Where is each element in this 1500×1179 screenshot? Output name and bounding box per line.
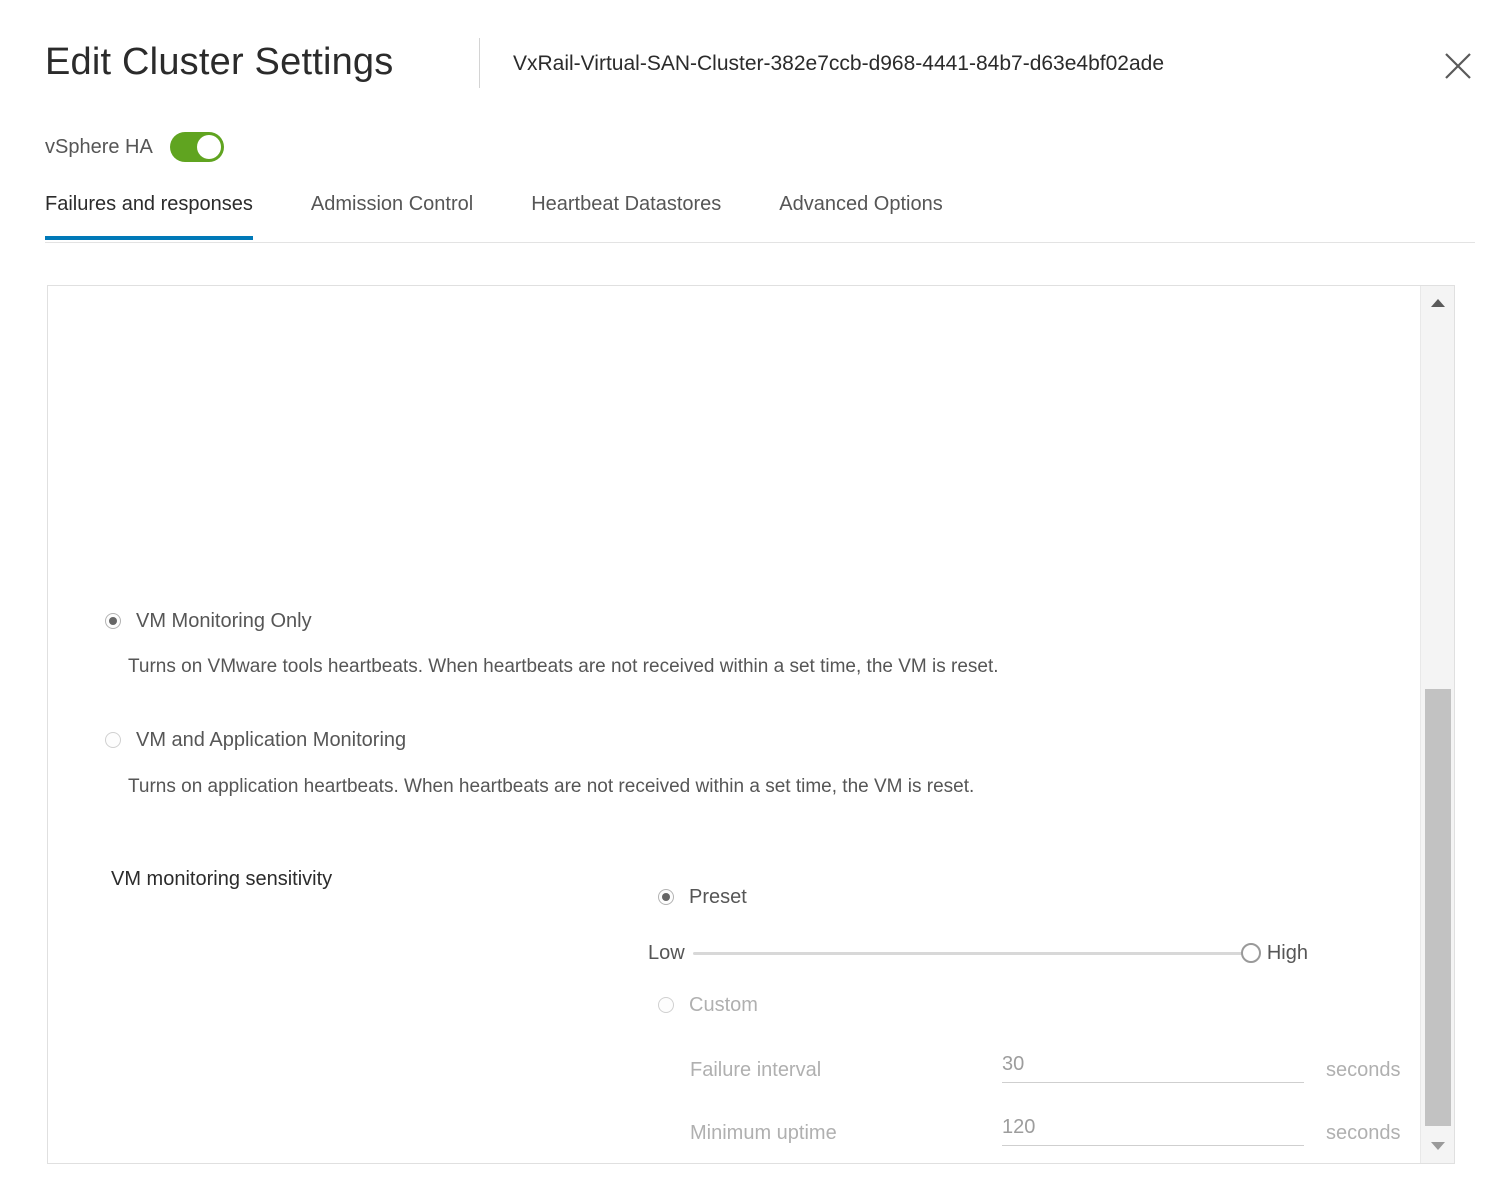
radio-preset-input[interactable] <box>658 889 674 905</box>
tab-bar: Failures and responses Admission Control… <box>45 190 1475 248</box>
failure-interval-input[interactable]: 30 <box>1002 1049 1304 1083</box>
tab-admission-control[interactable]: Admission Control <box>311 190 473 240</box>
vsphere-ha-label: vSphere HA <box>45 136 153 158</box>
minimum-uptime-input[interactable]: 120 <box>1002 1112 1304 1146</box>
scrollbar-thumb[interactable] <box>1425 689 1451 1126</box>
chevron-up-icon <box>1430 298 1446 308</box>
radio-vm-monitoring-only-input[interactable] <box>105 613 121 629</box>
radio-preset[interactable]: Preset <box>658 884 747 910</box>
slider-low-label: Low <box>648 942 685 964</box>
slider-track-wrap[interactable] <box>692 942 1261 964</box>
failure-interval-unit: seconds <box>1326 1059 1401 1081</box>
settings-panel-body: VM Monitoring Only Turns on VMware tools… <box>48 286 1420 1163</box>
radio-vm-monitoring-only[interactable]: VM Monitoring Only <box>105 608 312 634</box>
tab-failures-and-responses[interactable]: Failures and responses <box>45 190 253 240</box>
settings-panel: VM Monitoring Only Turns on VMware tools… <box>47 285 1455 1164</box>
sensitivity-slider[interactable]: Low High <box>648 940 1308 966</box>
radio-preset-label: Preset <box>689 886 747 908</box>
slider-thumb[interactable] <box>1240 943 1261 963</box>
minimum-uptime-value: 120 <box>1002 1116 1036 1138</box>
tab-bar-divider <box>45 242 1475 243</box>
title-divider <box>479 38 480 88</box>
close-button[interactable] <box>1441 49 1475 83</box>
vm-monitoring-sensitivity-label: VM monitoring sensitivity <box>111 868 333 890</box>
field-failure-interval: Failure interval 30 seconds <box>690 1049 1401 1083</box>
vertical-scrollbar[interactable] <box>1420 286 1454 1163</box>
radio-custom-input[interactable] <box>658 997 674 1013</box>
radio-vm-monitoring-only-label: VM Monitoring Only <box>136 610 312 632</box>
slider-high-label: High <box>1266 942 1308 964</box>
dialog-header: Edit Cluster Settings VxRail-Virtual-SAN… <box>0 0 1500 112</box>
close-icon <box>1441 49 1475 83</box>
cluster-name: VxRail-Virtual-SAN-Cluster-382e7ccb-d968… <box>513 52 1164 75</box>
minimum-uptime-unit: seconds <box>1326 1122 1401 1144</box>
vm-and-application-monitoring-description: Turns on application heartbeats. When he… <box>128 776 975 797</box>
scroll-up-button[interactable] <box>1421 286 1454 320</box>
radio-vm-and-application-monitoring-label: VM and Application Monitoring <box>136 729 407 751</box>
radio-vm-and-application-monitoring-input[interactable] <box>105 732 121 748</box>
chevron-down-icon <box>1430 1141 1446 1151</box>
page-title: Edit Cluster Settings <box>45 41 394 83</box>
radio-custom-label: Custom <box>689 994 758 1016</box>
minimum-uptime-label: Minimum uptime <box>690 1122 837 1144</box>
vsphere-ha-toggle[interactable] <box>169 132 224 162</box>
vm-monitoring-only-description: Turns on VMware tools heartbeats. When h… <box>128 656 999 677</box>
field-minimum-uptime: Minimum uptime 120 seconds <box>690 1112 1401 1146</box>
failure-interval-label: Failure interval <box>690 1059 822 1081</box>
failure-interval-value: 30 <box>1002 1053 1025 1075</box>
vsphere-ha-row: vSphere HA <box>45 131 224 163</box>
scroll-down-button[interactable] <box>1421 1129 1454 1163</box>
toggle-knob <box>196 135 221 159</box>
edit-cluster-settings-dialog: Edit Cluster Settings VxRail-Virtual-SAN… <box>0 0 1500 1179</box>
tab-heartbeat-datastores[interactable]: Heartbeat Datastores <box>531 190 721 240</box>
radio-vm-and-application-monitoring[interactable]: VM and Application Monitoring <box>105 727 406 753</box>
tab-advanced-options[interactable]: Advanced Options <box>779 190 942 240</box>
radio-custom[interactable]: Custom <box>658 992 758 1018</box>
slider-track[interactable] <box>692 951 1259 955</box>
